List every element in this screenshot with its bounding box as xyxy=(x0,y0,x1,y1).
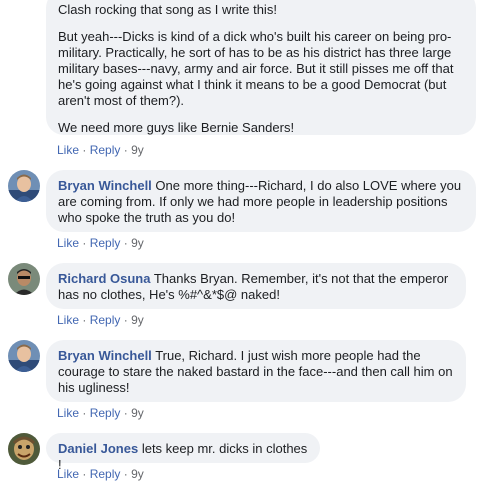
reply-link[interactable]: Reply xyxy=(90,236,121,250)
comment-actions: Like · Reply · 9y xyxy=(57,313,144,327)
separator-dot: · xyxy=(123,406,132,420)
comment-text: We need more guys like Bernie Sanders! xyxy=(58,120,295,135)
author-name[interactable]: Daniel Jones xyxy=(58,441,138,456)
author-name[interactable]: Bryan Winchell xyxy=(58,348,152,363)
avatar[interactable] xyxy=(8,263,40,295)
timestamp[interactable]: 9y xyxy=(131,406,144,420)
separator-dot: · xyxy=(123,467,132,481)
separator-dot: · xyxy=(82,313,90,327)
separator-dot: · xyxy=(123,143,132,157)
like-link[interactable]: Like xyxy=(57,236,79,250)
avatar[interactable] xyxy=(8,340,40,372)
avatar[interactable] xyxy=(8,433,40,465)
separator-dot: · xyxy=(82,406,90,420)
separator-dot: · xyxy=(82,236,90,250)
comment-text: But yeah---Dicks is kind of a dick who's… xyxy=(58,29,454,108)
comment-bubble: Daniel Jones lets keep mr. dicks in clot… xyxy=(46,433,320,472)
comment-bubble: Bryan Winchell One more thing---Richard,… xyxy=(46,170,476,232)
separator-dot: · xyxy=(82,467,90,481)
reply-link[interactable]: Reply xyxy=(90,467,121,481)
comment-actions: Like · Reply · 9y xyxy=(57,143,144,157)
like-link[interactable]: Like xyxy=(57,467,79,481)
like-link[interactable]: Like xyxy=(57,313,79,327)
comment-actions: Like · Reply · 9y xyxy=(57,236,144,250)
timestamp[interactable]: 9y xyxy=(131,143,144,157)
comment-bubble: Clash rocking that song as I write this!… xyxy=(46,0,476,135)
separator-dot: · xyxy=(123,236,132,250)
author-name[interactable]: Richard Osuna xyxy=(58,271,150,286)
comment-bubble: Bryan Winchell True, Richard. I just wis… xyxy=(46,340,466,402)
timestamp[interactable]: 9y xyxy=(131,467,144,481)
separator-dot: · xyxy=(123,313,132,327)
comment-actions: Like · Reply · 9y xyxy=(57,406,144,420)
comment-actions: Like · Reply · 9y xyxy=(57,467,144,481)
reply-link[interactable]: Reply xyxy=(90,406,121,420)
timestamp[interactable]: 9y xyxy=(131,313,144,327)
separator-dot: · xyxy=(82,143,90,157)
reply-link[interactable]: Reply xyxy=(90,143,121,157)
like-link[interactable]: Like xyxy=(57,406,79,420)
like-link[interactable]: Like xyxy=(57,143,79,157)
reply-link[interactable]: Reply xyxy=(90,313,121,327)
author-name[interactable]: Bryan Winchell xyxy=(58,178,152,193)
comment-bubble: Richard Osuna Thanks Bryan. Remember, it… xyxy=(46,263,466,309)
avatar[interactable] xyxy=(8,170,40,202)
comment-text: Clash rocking that song as I write this! xyxy=(58,2,277,17)
timestamp[interactable]: 9y xyxy=(131,236,144,250)
